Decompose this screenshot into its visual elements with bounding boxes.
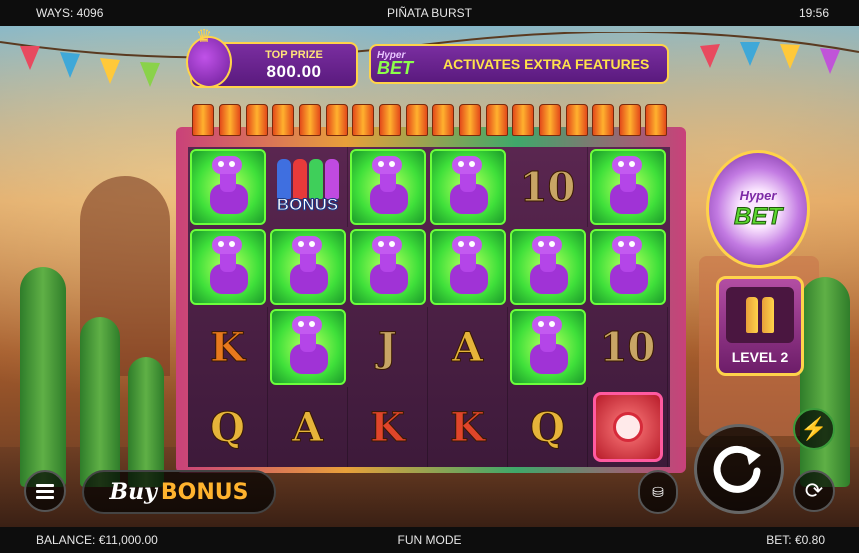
llama-pinata-symbol [270, 229, 346, 305]
firework-rocket [325, 104, 348, 136]
buy-label: Buy [109, 479, 157, 505]
llama-pinata-symbol [590, 229, 666, 305]
top-prize-value: 800.00 [266, 62, 322, 81]
bottom-status-bar: BALANCE: €11,000.00 FUN MODE BET: €0.80 [0, 527, 859, 553]
llama-pinata-symbol [510, 309, 586, 385]
llama-pinata-symbol [590, 149, 666, 225]
turbo-button[interactable]: ⚡ [793, 408, 835, 450]
firework-rocket [245, 104, 268, 136]
firework-rocket [565, 104, 588, 136]
crown-icon: ♛ [196, 26, 213, 46]
autoplay-button[interactable]: ⟳ [793, 470, 835, 512]
hyper-bet-level-panel[interactable]: LEVEL 2 [716, 276, 804, 376]
cactus-decoration [800, 277, 850, 487]
firework-rocket [485, 104, 508, 136]
firework-rocket [538, 104, 561, 136]
firework-rocket [645, 104, 668, 136]
card-symbol-a: A [428, 307, 508, 387]
llama-pinata-symbol [270, 309, 346, 385]
top-status-bar: WAYS: 4096 PIÑATA BURST 19:56 [0, 0, 859, 26]
firework-rocket [512, 104, 535, 136]
card-symbol-k: K [188, 307, 268, 387]
card-symbol-q: Q [188, 387, 268, 467]
cactus-decoration [128, 357, 164, 487]
firework-rockets-row [190, 98, 670, 138]
firework-rocket [405, 104, 428, 136]
card-symbol-k: K [348, 387, 428, 467]
llama-pinata-symbol [430, 149, 506, 225]
bet-stake-button[interactable]: ⛁ [638, 470, 678, 514]
hyper-bet-logo: Hyper BET [377, 50, 413, 79]
card-symbol-10: 10 [508, 147, 588, 227]
llama-pinata-symbol [350, 229, 426, 305]
spin-button[interactable] [694, 424, 784, 514]
firework-rocket [618, 104, 641, 136]
firework-rocket [272, 104, 295, 136]
game-title: PIÑATA BURST [387, 6, 472, 20]
hyper-bet-banner[interactable]: Hyper BET ACTIVATES EXTRA FEATURES [369, 44, 669, 84]
card-symbol-k: K [428, 387, 508, 467]
firework-rocket [192, 104, 215, 136]
reel-grid: BONUS 10 K J A 10 Q A K K Q [188, 147, 670, 467]
card-symbol-a: A [268, 387, 348, 467]
bet-amount: BET: €0.80 [766, 533, 825, 547]
llama-pinata-symbol [190, 229, 266, 305]
rocket-level-icon [726, 287, 794, 343]
top-prize-label: TOP PRIZE [265, 49, 323, 61]
llama-pinata-symbol [190, 149, 266, 225]
card-symbol-q: Q [508, 387, 588, 467]
bonus-scatter-symbol: BONUS [268, 147, 348, 227]
balance: BALANCE: €11,000.00 [36, 533, 158, 547]
card-symbol-j: J [348, 307, 428, 387]
bonus-label: BONUS [160, 479, 249, 505]
cactus-decoration [80, 317, 120, 487]
firework-rocket [352, 104, 375, 136]
ways-count: WAYS: 4096 [36, 6, 104, 20]
firework-rocket [458, 104, 481, 136]
card-symbol-10: 10 [588, 307, 668, 387]
llama-pinata-symbol [350, 149, 426, 225]
firework-rocket [592, 104, 615, 136]
hyper-bet-banner-text: ACTIVATES EXTRA FEATURES [443, 56, 650, 72]
candy-symbol [588, 387, 668, 467]
clock: 19:56 [798, 6, 829, 20]
llama-pinata-symbol [430, 229, 506, 305]
llama-pinata-symbol [510, 229, 586, 305]
firework-rocket [298, 104, 321, 136]
buy-bonus-button[interactable]: Buy BONUS [82, 470, 276, 514]
firework-rocket [432, 104, 455, 136]
firework-rocket [218, 104, 241, 136]
autoplay-icon: ⟳ [804, 478, 824, 503]
cactus-decoration [20, 267, 66, 487]
hamburger-icon [36, 483, 54, 487]
hyper-bet-button[interactable]: Hyper BET [706, 150, 810, 268]
level-label: LEVEL 2 [731, 349, 789, 365]
coin-stack-icon: ⛁ [652, 484, 664, 500]
lightning-icon: ⚡ [800, 416, 828, 441]
firework-rocket [378, 104, 401, 136]
spin-arrow-icon [713, 445, 761, 493]
menu-button[interactable] [24, 470, 66, 512]
